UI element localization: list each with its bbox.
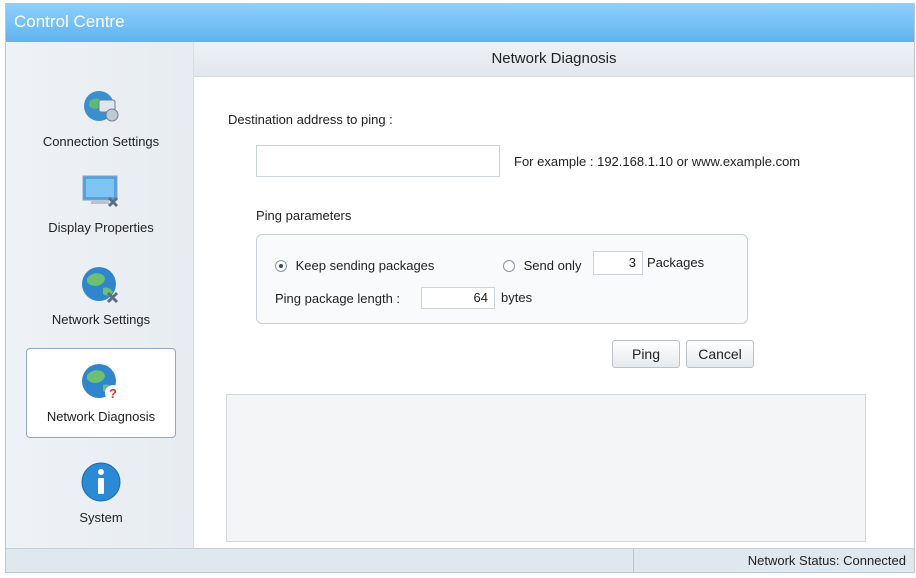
send-only-label: Send only (523, 258, 582, 274)
ping-parameters-label: Ping parameters (256, 208, 352, 223)
status-bar: Network Status: Connected (6, 548, 914, 573)
svg-text:?: ? (109, 386, 117, 401)
sidebar-item-network-settings[interactable]: Network Settings (26, 260, 176, 350)
destination-label: Destination address to ping : (228, 112, 393, 127)
cancel-button[interactable]: Cancel (686, 340, 754, 368)
destination-address-input[interactable] (256, 145, 500, 177)
title-bar: Control Centre (6, 4, 914, 42)
bytes-label: bytes (501, 290, 533, 305)
sidebar-item-label: Network Settings (51, 312, 151, 327)
page-title: Network Diagnosis (194, 42, 914, 77)
keep-sending-radio[interactable] (275, 259, 287, 272)
sidebar: Connection Settings Display Properties N… (6, 42, 194, 548)
sidebar-item-label: System (79, 510, 123, 525)
example-hint: For example : 192.168.1.10 or www.exampl… (514, 154, 801, 169)
send-only-option[interactable]: Send only (503, 257, 581, 273)
app-title: Control Centre (14, 12, 125, 31)
network-diagnosis-icon: ? (82, 364, 121, 401)
sidebar-item-connection-settings[interactable]: Connection Settings (26, 82, 176, 172)
package-length-input[interactable]: 64 (421, 287, 495, 309)
package-length-label: Ping package length : (275, 291, 401, 306)
sidebar-item-network-diagnosis[interactable]: ? Network Diagnosis (26, 348, 176, 438)
connection-settings-icon (84, 91, 119, 122)
keep-sending-option[interactable]: Keep sending packages (275, 257, 434, 273)
sidebar-item-label: Network Diagnosis (46, 409, 156, 424)
send-only-radio[interactable] (503, 259, 515, 272)
sidebar-item-system[interactable]: System (26, 458, 176, 548)
network-status: Network Status: Connected (747, 553, 906, 568)
system-info-icon (81, 462, 121, 502)
sidebar-item-label: Display Properties (48, 220, 154, 235)
main-panel: Network Diagnosis Destination address to… (194, 42, 914, 548)
sidebar-item-label: Connection Settings (42, 134, 160, 149)
keep-sending-label: Keep sending packages (295, 258, 435, 274)
ping-parameters-group: Keep sending packages Send only 3 Packag… (256, 234, 748, 324)
network-settings-icon (82, 267, 119, 304)
ping-output-area (226, 394, 866, 542)
ping-button[interactable]: Ping (612, 340, 680, 368)
packages-label: Packages (647, 255, 705, 270)
status-divider (633, 549, 634, 573)
control-centre-window: Control Centre Connection Settings Displ… (5, 3, 915, 573)
display-properties-icon (82, 175, 119, 208)
packages-count-input[interactable]: 3 (593, 251, 643, 275)
sidebar-item-display-properties[interactable]: Display Properties (26, 168, 176, 258)
